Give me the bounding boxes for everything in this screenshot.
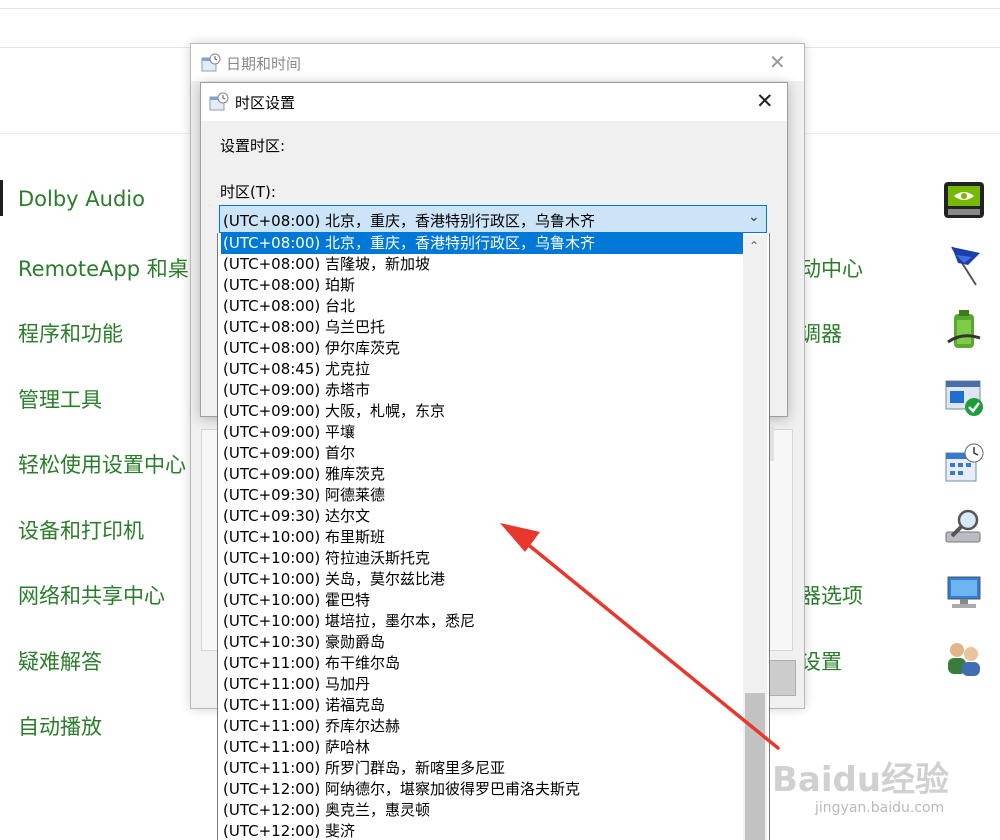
watermark-url: jingyan.baidu.com bbox=[815, 800, 945, 816]
annotation-arrow bbox=[500, 523, 780, 750]
baidu-watermark: Baidu经验 bbox=[772, 760, 950, 800]
